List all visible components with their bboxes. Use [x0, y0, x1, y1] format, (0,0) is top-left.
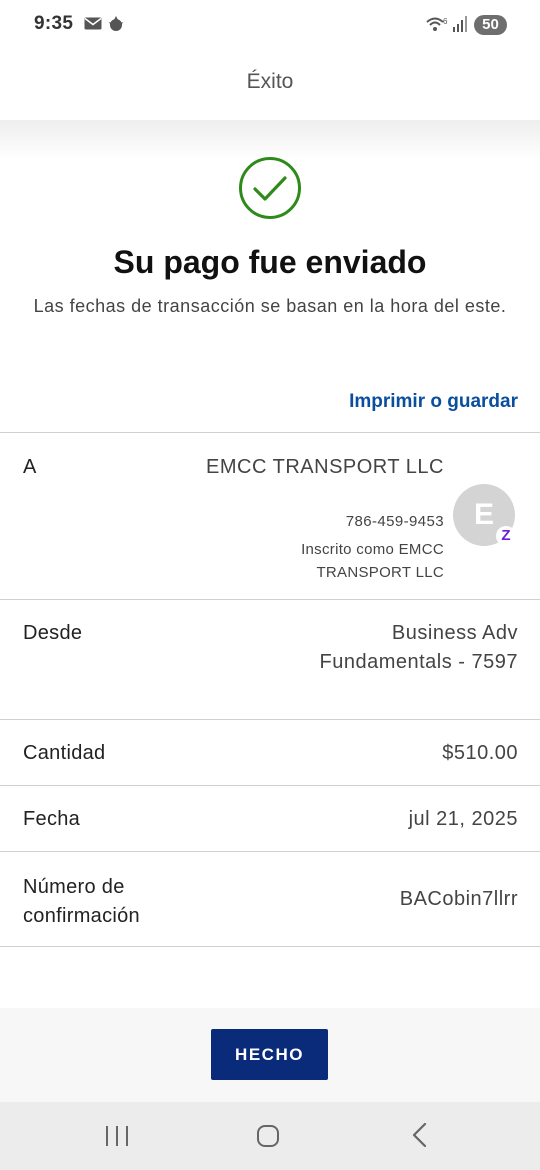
zelle-icon: Z	[496, 526, 516, 546]
from-account-value: Business Adv Fundamentals - 7597	[319, 622, 518, 673]
recipient-name: EMCC TRANSPORT LLC	[206, 456, 444, 478]
check-circle-icon	[239, 157, 301, 219]
divider	[0, 851, 540, 852]
date-value: jul 21, 2025	[408, 808, 518, 830]
recipient-label: A	[23, 456, 37, 478]
battery-indicator: 50	[474, 15, 507, 35]
from-label: Desde	[23, 622, 83, 644]
header-shadow	[0, 120, 540, 160]
nav-home-icon[interactable]	[256, 1124, 280, 1148]
divider	[0, 719, 540, 720]
nav-back-icon[interactable]	[410, 1122, 430, 1148]
signal-icon	[453, 16, 467, 32]
divider	[0, 432, 540, 433]
confirmation-title: Su pago fue enviado	[113, 244, 427, 280]
nav-recents-icon[interactable]	[104, 1124, 130, 1148]
confirmation-number-label: Número de confirmación	[23, 876, 140, 927]
divider	[0, 946, 540, 947]
app-header: Éxito	[0, 50, 540, 120]
wifi-icon: 6	[426, 17, 448, 31]
amount-value: $510.00	[442, 742, 518, 764]
date-label: Fecha	[23, 808, 81, 830]
print-or-save-link[interactable]: Imprimir o guardar	[349, 391, 518, 413]
amount-label: Cantidad	[23, 742, 106, 764]
status-bar: 9:35 6 50	[0, 0, 540, 50]
confirmation-subtitle: Las fechas de transacción se basan en la…	[33, 296, 507, 316]
divider	[0, 599, 540, 600]
notification-icon	[109, 16, 123, 31]
recipient-enrolled-as: Inscrito como EMCC TRANSPORT LLC	[301, 541, 444, 581]
status-time: 9:35	[34, 13, 74, 34]
svg-text:6: 6	[443, 17, 448, 26]
mail-icon	[84, 17, 102, 30]
confirmation-number-value: BACobin7llrr	[399, 888, 518, 910]
page-title: Éxito	[246, 70, 294, 93]
done-button[interactable]: HECHO	[211, 1029, 328, 1080]
divider	[0, 785, 540, 786]
recipient-phone: 786-459-9453	[345, 513, 444, 530]
